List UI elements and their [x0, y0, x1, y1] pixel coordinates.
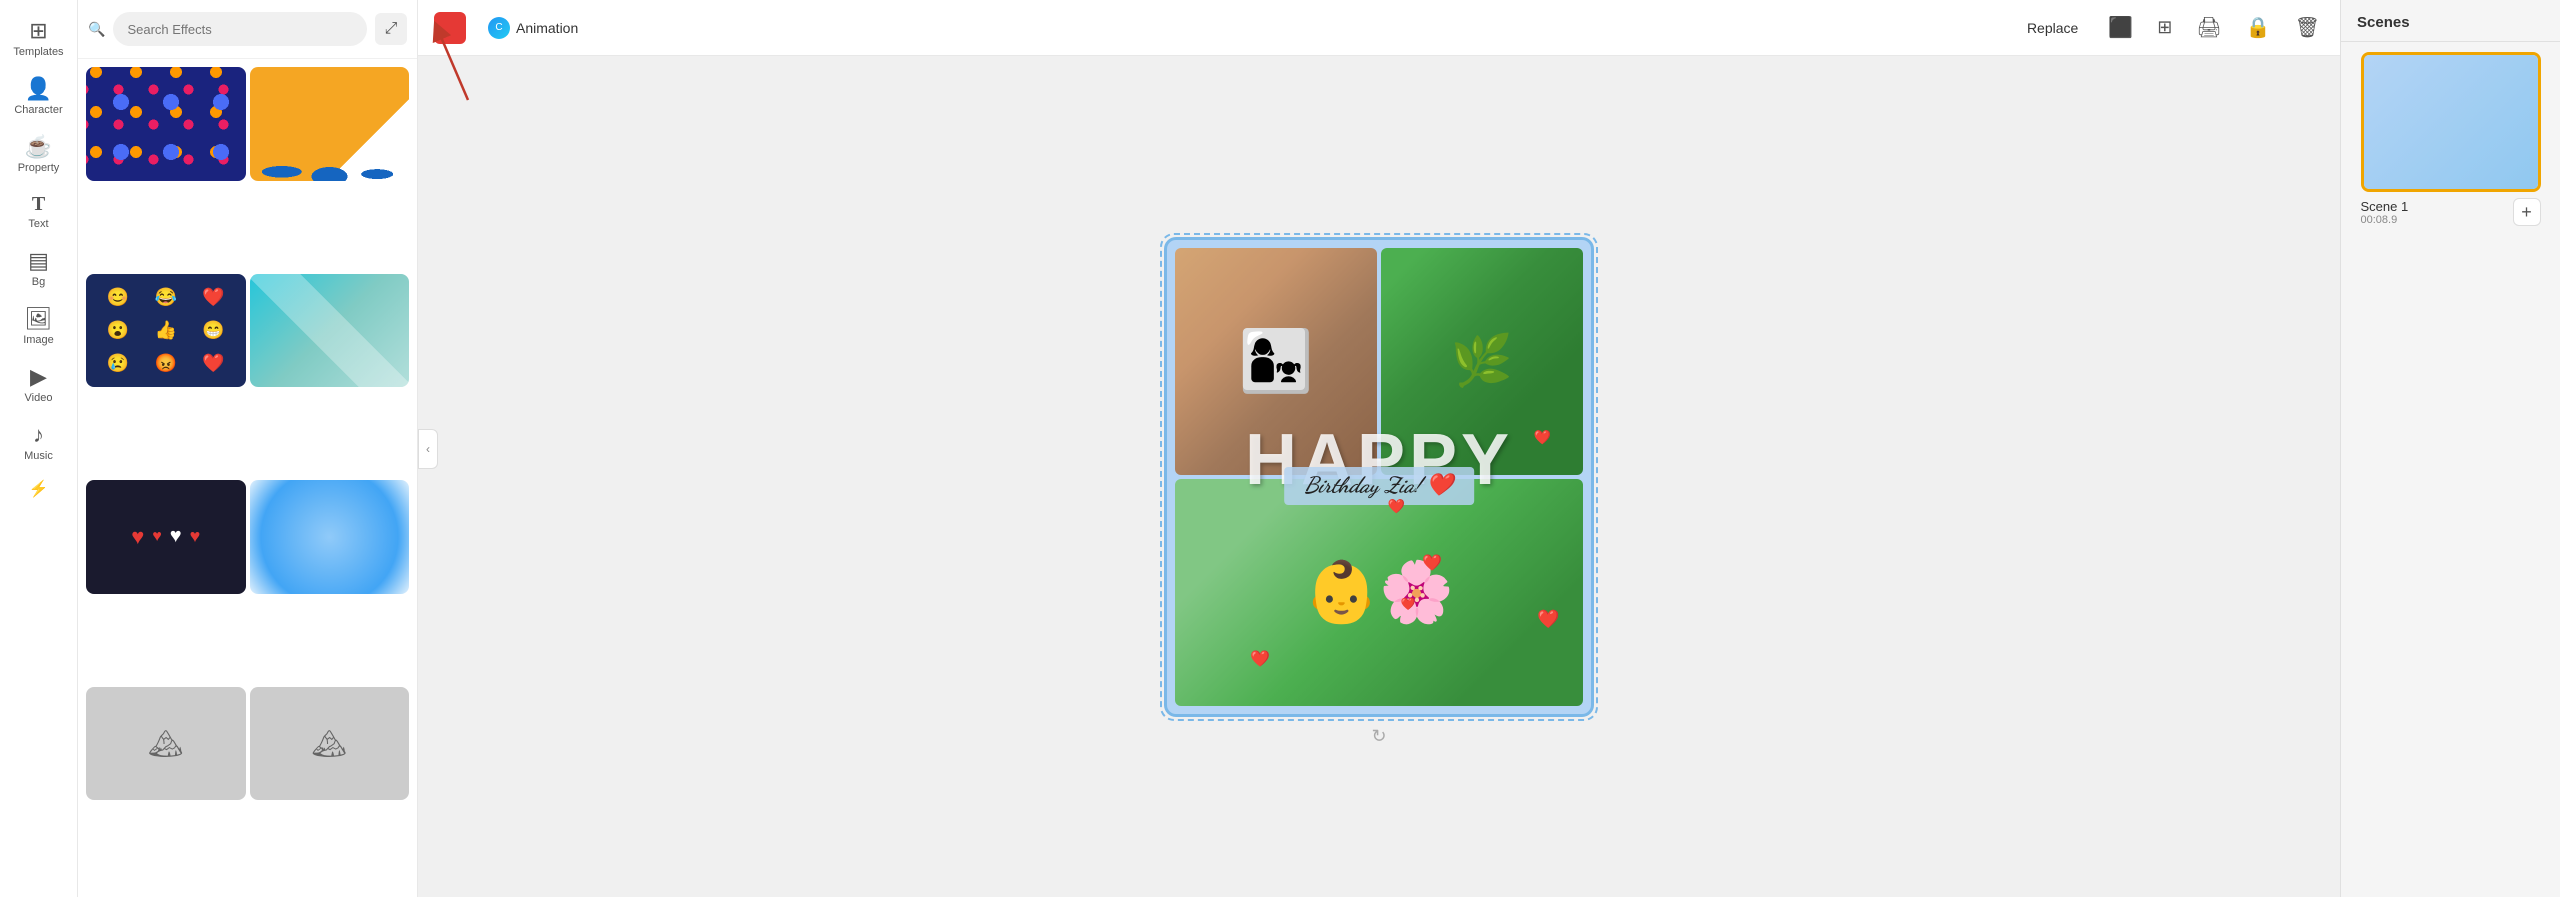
- effect-item-dots-blue[interactable]: [86, 67, 246, 181]
- sidebar-item-label-music: Music: [24, 450, 53, 462]
- search-icon: 🔍: [88, 21, 105, 38]
- rotate-handle[interactable]: ↻: [1371, 726, 1386, 747]
- scene-item-1[interactable]: Scene 1 00:08.9 +: [2351, 52, 2550, 226]
- scene-thumb-inner: [2364, 55, 2538, 189]
- delete-icon[interactable]: 🗑: [2291, 11, 2324, 44]
- sidebar-item-more[interactable]: ⚡: [0, 472, 77, 508]
- sidebar-item-image[interactable]: 🖼 Image: [0, 298, 77, 356]
- main-area: C Animation Replace ⬛ ⊞ 🖨 🔒 🗑: [418, 0, 2340, 897]
- color-swatch[interactable]: [434, 12, 466, 44]
- effect-item-dark-hearts[interactable]: ♥ ♥ ♥ ♥: [86, 480, 246, 594]
- canvas-area[interactable]: HAPPY Birthday Zia! ❤️ ❤️ ❤️ ❤️ ❤️ ❤️ ❤️…: [418, 56, 2340, 897]
- sidebar-item-label-text: Text: [28, 218, 48, 230]
- sidebar-item-label-character: Character: [14, 104, 62, 116]
- sidebar-item-label-video: Video: [25, 392, 53, 404]
- sidebar-item-music[interactable]: ♪ Music: [0, 414, 77, 472]
- more-icon: ⚡: [29, 482, 49, 498]
- panel-collapse-button[interactable]: ‹: [418, 429, 438, 469]
- sidebar-item-property[interactable]: ☕ Property: [0, 126, 77, 184]
- effects-grid: 😊😂❤️ 😮 👍 😁 😢 😡 ❤️ ♥ ♥ ♥ ♥: [78, 59, 417, 897]
- photo-slot-top-left[interactable]: [1175, 248, 1377, 475]
- property-icon: ☕: [25, 136, 52, 158]
- effect-item-circles[interactable]: [250, 480, 410, 594]
- sidebar-item-text[interactable]: T Text: [0, 184, 77, 240]
- sidebar-item-templates[interactable]: ⊞ Templates: [0, 10, 77, 68]
- photo-slot-bottom[interactable]: [1175, 479, 1583, 706]
- effect-item-placeholder-1[interactable]: [86, 687, 246, 801]
- image-icon: 🖼: [25, 308, 53, 330]
- birthday-text: Birthday Zia! ❤️: [1304, 473, 1454, 499]
- birthday-text-box[interactable]: Birthday Zia! ❤️: [1284, 467, 1474, 505]
- sidebar-item-label-image: Image: [23, 334, 54, 346]
- effects-panel: 🔍 ⤢ 😊😂❤️ 😮 👍 😁 😢 😡 ❤️ ♥ ♥ ♥ ♥: [78, 0, 418, 897]
- effect-item-placeholder-2[interactable]: [250, 687, 410, 801]
- character-icon: 👤: [25, 78, 52, 100]
- animation-label: Animation: [516, 20, 578, 36]
- scene-thumbnail-1[interactable]: [2361, 52, 2541, 192]
- canvas-frame[interactable]: HAPPY Birthday Zia! ❤️ ❤️ ❤️ ❤️ ❤️ ❤️ ❤️…: [1164, 237, 1594, 717]
- photo-slot-top-right[interactable]: [1381, 248, 1583, 475]
- effect-item-emoji-reactions[interactable]: 😊😂❤️ 😮 👍 😁 😢 😡 ❤️: [86, 274, 246, 388]
- effect-item-orange-balloons[interactable]: [250, 67, 410, 181]
- effect-item-geometric[interactable]: [250, 274, 410, 388]
- scene-info: Scene 1 00:08.9: [2361, 199, 2409, 226]
- templates-icon: ⊞: [29, 20, 47, 42]
- sidebar-item-bg[interactable]: ▤ Bg: [0, 240, 77, 298]
- video-icon: ▶: [30, 366, 47, 388]
- sidebar-nav: ⊞ Templates 👤 Character ☕ Property T Tex…: [0, 0, 78, 897]
- sidebar-item-label-templates: Templates: [13, 46, 63, 58]
- scene-name: Scene 1: [2361, 199, 2409, 214]
- animation-icon: C: [488, 17, 510, 39]
- search-bar: 🔍 ⤢: [78, 0, 417, 59]
- sidebar-item-label-bg: Bg: [32, 276, 45, 288]
- print-icon[interactable]: 🖨: [2192, 11, 2225, 44]
- add-scene-button[interactable]: +: [2513, 198, 2541, 226]
- expand-button[interactable]: ⤢: [375, 13, 407, 45]
- animation-button[interactable]: C Animation: [478, 11, 588, 45]
- lock-icon[interactable]: 🔒: [2242, 11, 2275, 44]
- replace-button[interactable]: Replace: [2017, 14, 2088, 42]
- scene-time: 00:08.9: [2361, 214, 2409, 226]
- split-view-icon[interactable]: ⬛: [2104, 11, 2137, 44]
- sidebar-item-video[interactable]: ▶ Video: [0, 356, 77, 414]
- scene-label-row: Scene 1 00:08.9 +: [2361, 198, 2541, 226]
- sidebar-item-label-property: Property: [18, 162, 60, 174]
- scenes-header: Scenes: [2341, 0, 2560, 42]
- scenes-list: Scene 1 00:08.9 +: [2341, 42, 2560, 236]
- grid-icon[interactable]: ⊞: [2153, 13, 2176, 42]
- text-icon: T: [32, 194, 45, 214]
- music-icon: ♪: [33, 424, 44, 446]
- scenes-panel: Scenes Scene 1 00:08.9 +: [2340, 0, 2560, 897]
- toolbar: C Animation Replace ⬛ ⊞ 🖨 🔒 🗑: [418, 0, 2340, 56]
- toolbar-right: Replace ⬛ ⊞ 🖨 🔒 🗑: [2017, 11, 2324, 44]
- sidebar-item-character[interactable]: 👤 Character: [0, 68, 77, 126]
- search-input[interactable]: [113, 12, 367, 46]
- bg-icon: ▤: [28, 250, 49, 272]
